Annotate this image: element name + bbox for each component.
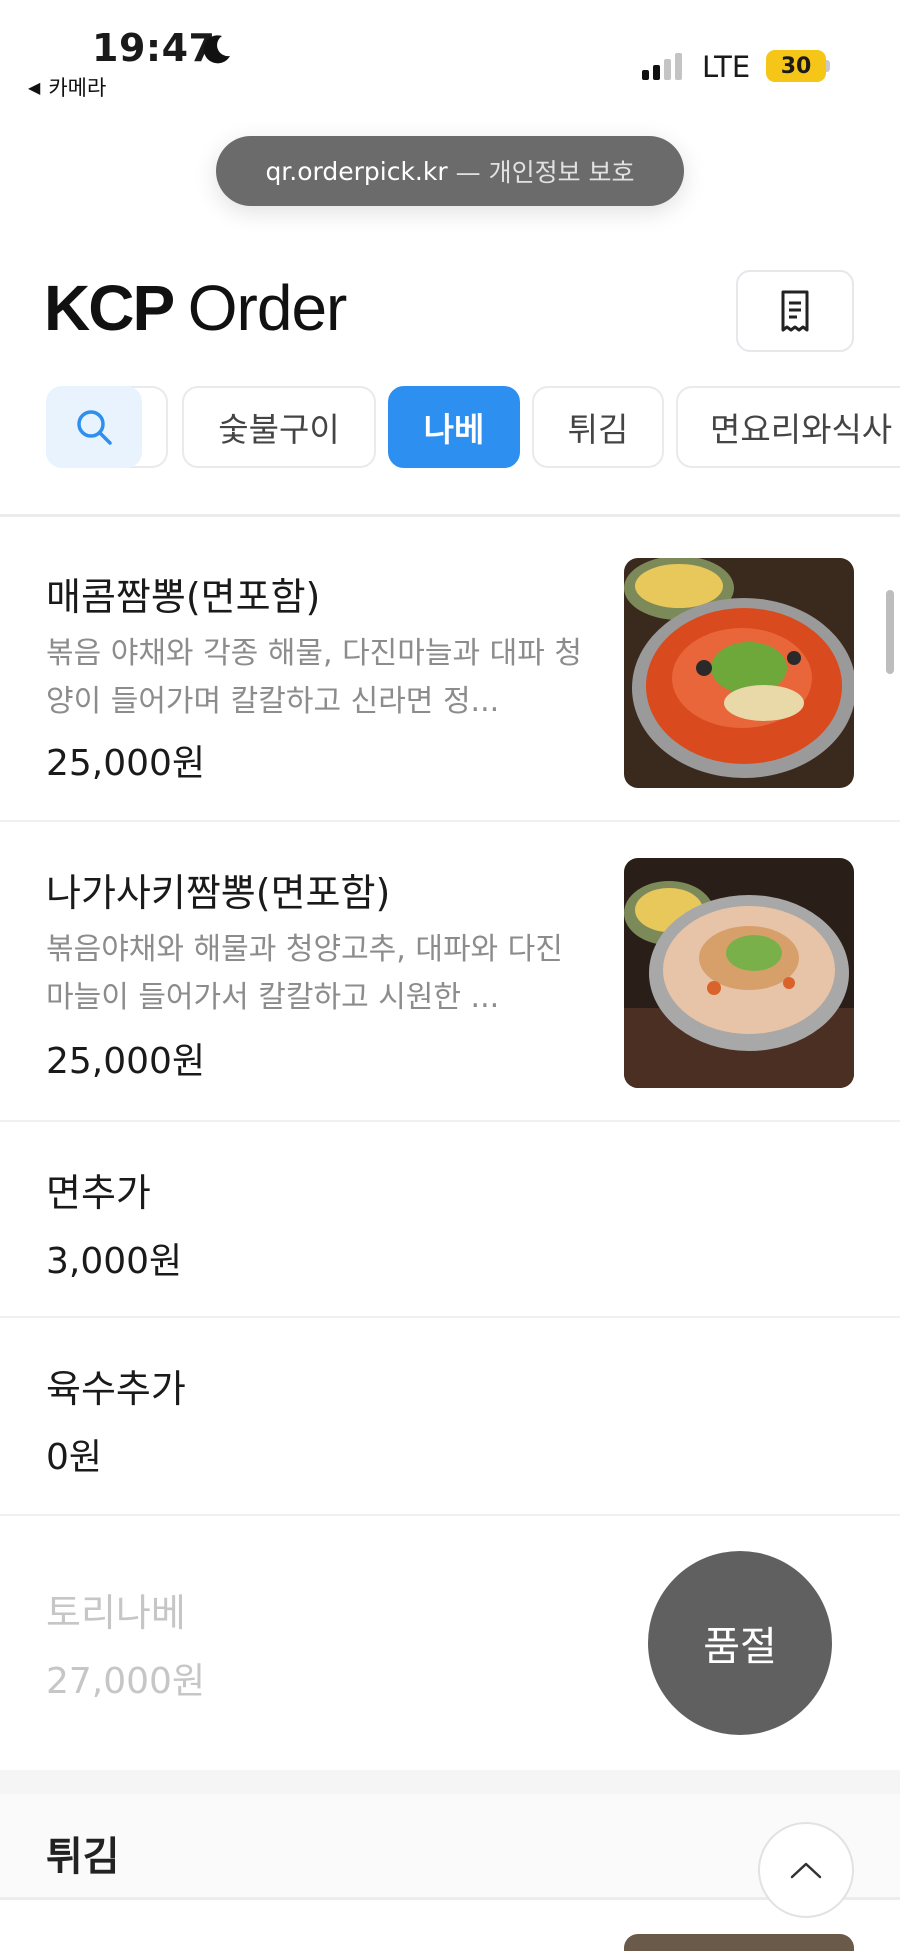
- nagasaki-jjamppong-photo: [624, 858, 854, 1088]
- menu-item-name: 육수추가: [46, 1367, 186, 1411]
- logo-kcp: KCP: [44, 272, 174, 344]
- menu-item-name: 토리나베: [46, 1591, 186, 1635]
- category-tabs: 숯불구이 나베 튀김 면요리와식사: [0, 386, 900, 472]
- receipt-icon: [781, 290, 809, 332]
- spicy-jjamppong-photo: [624, 558, 854, 788]
- network-type: LTE: [702, 50, 751, 84]
- signal-icon: [642, 53, 682, 80]
- menu-item[interactable]: 매콤짬뽕(면포함) 볶음 야채와 각종 해물, 다진마늘과 대파 청양이 들어가…: [0, 524, 900, 822]
- next-item-photo: [624, 1934, 854, 1951]
- menu-item-price: 0원: [46, 1437, 103, 1478]
- section-title: 튀김: [46, 1834, 120, 1880]
- moon-icon: [203, 35, 230, 64]
- menu-item-description: 볶음야채와 해물과 청양고추, 대파와 다진마늘이 들어가서 칼칼하고 시원한 …: [46, 932, 563, 1015]
- order-history-button[interactable]: [736, 270, 854, 352]
- back-app-label: 카메라: [48, 76, 107, 100]
- chevron-up-icon: [790, 1862, 822, 1879]
- section-gap: [0, 1770, 900, 1794]
- scrollbar[interactable]: [886, 590, 894, 674]
- tab-category-3[interactable]: 튀김: [532, 386, 664, 468]
- tab-category-4[interactable]: 면요리와식사: [676, 386, 900, 468]
- menu-item-name: 나가사키짬뽕(면포함): [46, 871, 391, 915]
- menu-item[interactable]: 육수추가 0원: [0, 1318, 900, 1516]
- url-text: qr.orderpick.kr: [265, 156, 448, 186]
- back-to-app-link[interactable]: ◀ 카메라: [28, 72, 106, 102]
- tab-category-1[interactable]: 숯불구이: [182, 386, 376, 468]
- menu-item-price: 3,000원: [46, 1241, 183, 1282]
- menu-item-price: 25,000원: [46, 1041, 206, 1082]
- url-bar[interactable]: qr.orderpick.kr — 개인정보 보호: [216, 136, 684, 206]
- status-time: 19:47: [92, 26, 216, 70]
- back-triangle-icon: ◀: [28, 77, 41, 97]
- kcp-order-logo: KCP Order: [44, 276, 347, 340]
- menu-item-description: 볶음 야채와 각종 해물, 다진마늘과 대파 청양이 들어가며 칼칼하고 신라면…: [46, 636, 582, 719]
- menu-item-name: 매콤짬뽕(면포함): [46, 575, 321, 619]
- tab-category-2[interactable]: 나베: [388, 386, 520, 468]
- menu-item[interactable]: 나가사키짬뽕(면포함) 볶음야채와 해물과 청양고추, 대파와 다진마늘이 들어…: [0, 822, 900, 1122]
- battery-indicator: 30: [766, 50, 826, 82]
- soldout-badge: 품절: [648, 1551, 832, 1735]
- search-icon: [77, 410, 112, 445]
- menu-item-price: 25,000원: [46, 743, 206, 784]
- scroll-to-top-button[interactable]: [758, 1822, 854, 1918]
- search-tab[interactable]: [46, 386, 142, 468]
- menu-item-name: 면추가: [46, 1171, 151, 1215]
- menu-item-price: 27,000원: [46, 1661, 206, 1702]
- url-privacy-text: — 개인정보 보호: [455, 158, 635, 187]
- tabs-divider: [0, 514, 900, 517]
- battery-cap: [826, 60, 830, 72]
- logo-order: Order: [187, 272, 348, 344]
- menu-item[interactable]: 면추가 3,000원: [0, 1122, 900, 1318]
